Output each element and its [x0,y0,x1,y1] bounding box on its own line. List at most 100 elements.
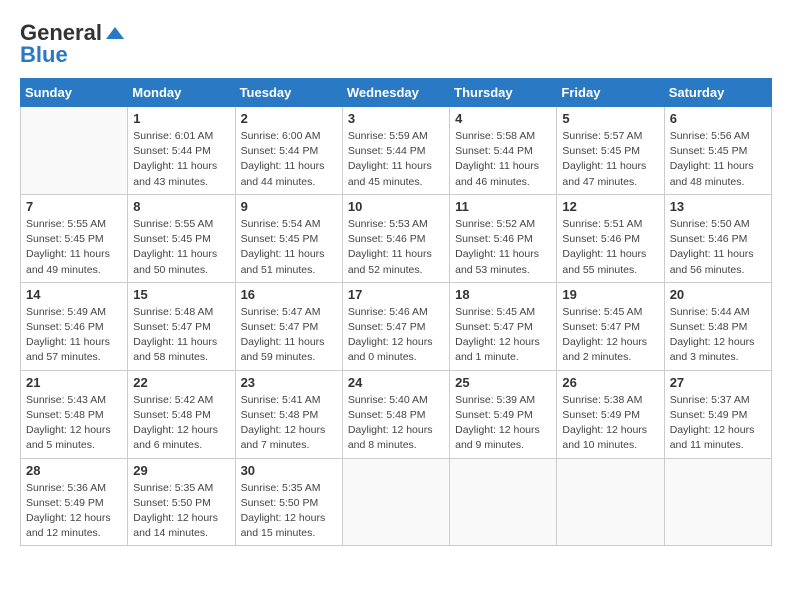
day-number: 6 [670,111,766,126]
daylight-text-1: Daylight: 11 hours [26,248,110,260]
day-info: Sunrise: 5:35 AMSunset: 5:50 PMDaylight:… [133,481,229,542]
calendar-cell: 17Sunrise: 5:46 AMSunset: 5:47 PMDayligh… [342,282,449,370]
calendar-week-row: 28 Sunrise: 5:36 AM Sunset: 5:49 PM Dayligh… [21,458,772,546]
day-info: Sunrise: 5:38 AMSunset: 5:49 PMDaylight:… [562,393,658,454]
day-info: Sunrise: 5:57 AMSunset: 5:45 PMDaylight:… [562,129,658,190]
daylight-text-1: Daylight: 12 hours [241,512,326,524]
daylight-text-2: and 3 minutes. [670,351,739,363]
day-info: Sunrise: 5:55 AM Sunset: 5:45 PM Daylight:… [26,217,122,278]
daylight-text-2: and 59 minutes. [241,351,316,363]
day-number: 7 [26,199,122,214]
calendar-cell [450,458,557,546]
weekday-header-wednesday: Wednesday [342,79,449,107]
sunset-text: Sunset: 5:45 PM [133,233,211,245]
sunrise-text: Sunrise: 5:44 AM [670,306,750,318]
day-number: 20 [670,287,766,302]
daylight-text-2: and 2 minutes. [562,351,631,363]
daylight-text-1: Daylight: 12 hours [455,424,540,436]
sunset-text: Sunset: 5:47 PM [241,321,319,333]
weekday-header-tuesday: Tuesday [235,79,342,107]
daylight-text-2: and 11 minutes. [670,439,744,451]
sunset-text: Sunset: 5:45 PM [562,145,640,157]
daylight-text-2: and 5 minutes. [26,439,95,451]
sunrise-text: Sunrise: 5:53 AM [348,218,428,230]
day-info: Sunrise: 5:59 AMSunset: 5:44 PMDaylight:… [348,129,444,190]
sunset-text: Sunset: 5:48 PM [348,409,426,421]
daylight-text-2: and 45 minutes. [348,176,423,188]
calendar-cell: 9 Sunrise: 5:54 AMSunset: 5:45 PMDaylight… [235,194,342,282]
daylight-text-1: Daylight: 11 hours [455,160,539,172]
sunrise-text: Sunrise: 5:40 AM [348,394,428,406]
daylight-text-1: Daylight: 11 hours [241,248,325,260]
calendar-cell: 19Sunrise: 5:45 AMSunset: 5:47 PMDayligh… [557,282,664,370]
sunrise-text: Sunrise: 5:38 AM [562,394,642,406]
day-info: Sunrise: 5:47 AMSunset: 5:47 PMDaylight:… [241,305,337,366]
sunrise-text: Sunrise: 5:49 AM [26,306,106,318]
day-number: 28 [26,463,122,478]
sunrise-text: Sunrise: 5:57 AM [562,130,642,142]
daylight-text-2: and 55 minutes. [562,264,637,276]
day-info: Sunrise: 5:54 AMSunset: 5:45 PMDaylight:… [241,217,337,278]
day-number: 13 [670,199,766,214]
day-info: Sunrise: 5:56 AMSunset: 5:45 PMDaylight:… [670,129,766,190]
day-info: Sunrise: 5:48 AMSunset: 5:47 PMDaylight:… [133,305,229,366]
calendar-cell: 16Sunrise: 5:47 AMSunset: 5:47 PMDayligh… [235,282,342,370]
logo-icon [104,25,126,41]
daylight-text-1: Daylight: 11 hours [455,248,539,260]
day-number: 30 [241,463,337,478]
weekday-header-sunday: Sunday [21,79,128,107]
day-number: 19 [562,287,658,302]
sunset-text: Sunset: 5:45 PM [26,233,104,245]
daylight-text-1: Daylight: 11 hours [670,248,754,260]
sunrise-text: Sunrise: 5:55 AM [26,218,106,230]
daylight-text-2: and 15 minutes. [241,527,316,539]
sunset-text: Sunset: 5:49 PM [455,409,533,421]
daylight-text-2: and 48 minutes. [670,176,745,188]
calendar-cell [21,107,128,195]
daylight-text-2: and 14 minutes. [133,527,208,539]
weekday-header-saturday: Saturday [664,79,771,107]
daylight-text-1: Daylight: 12 hours [133,424,218,436]
calendar-cell: 15Sunrise: 5:48 AMSunset: 5:47 PMDayligh… [128,282,235,370]
day-number: 26 [562,375,658,390]
calendar-week-row: 1Sunrise: 6:01 AMSunset: 5:44 PMDaylight… [21,107,772,195]
calendar-cell: 8Sunrise: 5:55 AMSunset: 5:45 PMDaylight… [128,194,235,282]
calendar-table: SundayMondayTuesdayWednesdayThursdayFrid… [20,78,772,546]
sunset-text: Sunset: 5:47 PM [133,321,211,333]
calendar-cell: 3Sunrise: 5:59 AMSunset: 5:44 PMDaylight… [342,107,449,195]
daylight-text-2: and 51 minutes. [241,264,316,276]
daylight-text-2: and 52 minutes. [348,264,423,276]
sunrise-text: Sunrise: 5:41 AM [241,394,321,406]
day-number: 1 [133,111,229,126]
sunset-text: Sunset: 5:49 PM [26,497,104,509]
sunset-text: Sunset: 5:44 PM [241,145,319,157]
day-number: 12 [562,199,658,214]
day-info: Sunrise: 5:35 AMSunset: 5:50 PMDaylight:… [241,481,337,542]
weekday-header-monday: Monday [128,79,235,107]
daylight-text-2: and 10 minutes. [562,439,637,451]
day-number: 9 [241,199,337,214]
day-number: 17 [348,287,444,302]
daylight-text-2: and 8 minutes. [348,439,417,451]
calendar-cell [342,458,449,546]
daylight-text-1: Daylight: 12 hours [241,424,326,436]
sunrise-text: Sunrise: 5:35 AM [241,482,321,494]
sunset-text: Sunset: 5:48 PM [241,409,319,421]
daylight-text-2: and 9 minutes. [455,439,524,451]
sunset-text: Sunset: 5:44 PM [348,145,426,157]
sunset-text: Sunset: 5:48 PM [26,409,104,421]
sunset-text: Sunset: 5:46 PM [562,233,640,245]
daylight-text-1: Daylight: 12 hours [562,336,647,348]
weekday-header-row: SundayMondayTuesdayWednesdayThursdayFrid… [21,79,772,107]
day-info: Sunrise: 5:45 AMSunset: 5:47 PMDaylight:… [455,305,551,366]
sunset-text: Sunset: 5:49 PM [670,409,748,421]
calendar-cell: 18Sunrise: 5:45 AMSunset: 5:47 PMDayligh… [450,282,557,370]
calendar-cell: 14Sunrise: 5:49 AMSunset: 5:46 PMDayligh… [21,282,128,370]
daylight-text-1: Daylight: 11 hours [348,160,432,172]
calendar-week-row: 21Sunrise: 5:43 AMSunset: 5:48 PMDayligh… [21,370,772,458]
sunset-text: Sunset: 5:45 PM [241,233,319,245]
daylight-text-1: Daylight: 11 hours [133,336,217,348]
daylight-text-1: Daylight: 11 hours [133,248,217,260]
sunrise-text: Sunrise: 5:36 AM [26,482,106,494]
daylight-text-1: Daylight: 12 hours [562,424,647,436]
